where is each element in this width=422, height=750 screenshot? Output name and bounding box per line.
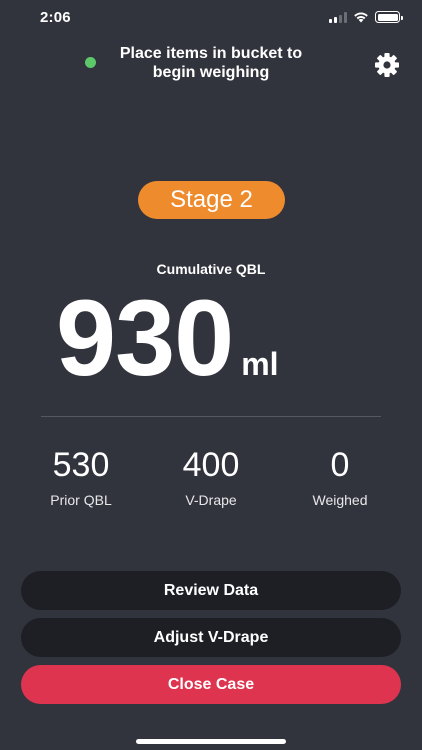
- battery-icon: [375, 11, 403, 23]
- cumulative-qbl-display: 930 ml: [56, 278, 279, 398]
- screen: 2:06 Place items in bucket to begin weig…: [0, 0, 422, 750]
- cellular-signal-icon: [329, 11, 347, 23]
- gear-icon: [375, 53, 399, 77]
- stat-label: V-Drape: [185, 492, 237, 508]
- stat-value: 530: [52, 446, 110, 484]
- cumulative-qbl-unit: ml: [241, 346, 279, 382]
- stat-prior-qbl: 530 Prior QBL: [26, 446, 136, 508]
- header: Place items in bucket to begin weighing: [0, 44, 422, 84]
- battery-fill: [377, 13, 398, 21]
- stat-v-drape: 400 V-Drape: [156, 446, 266, 508]
- status-dot: [85, 57, 96, 68]
- stats-row: 530 Prior QBL 400 V-Drape 0 Weighed: [0, 446, 422, 516]
- stat-label: Prior QBL: [50, 492, 112, 508]
- status-icons: [329, 11, 403, 23]
- wifi-icon: [353, 11, 369, 23]
- adjust-v-drape-button[interactable]: Adjust V-Drape: [21, 618, 401, 657]
- settings-button[interactable]: [374, 52, 400, 78]
- weighing-instruction: Place items in bucket to begin weighing: [119, 45, 303, 81]
- stat-weighed: 0 Weighed: [285, 446, 395, 508]
- stat-value: 0: [330, 446, 350, 484]
- stat-label: Weighed: [312, 492, 368, 508]
- status-bar: 2:06: [0, 0, 422, 38]
- status-time: 2:06: [40, 9, 71, 26]
- stage-badge: Stage 2: [138, 181, 285, 219]
- divider: [41, 416, 381, 417]
- close-case-button[interactable]: Close Case: [21, 665, 401, 704]
- cumulative-qbl-value: 930: [56, 277, 234, 398]
- home-indicator[interactable]: [136, 739, 286, 744]
- cumulative-qbl-label: Cumulative QBL: [156, 261, 266, 277]
- review-data-button[interactable]: Review Data: [21, 571, 401, 610]
- stat-value: 400: [182, 446, 240, 484]
